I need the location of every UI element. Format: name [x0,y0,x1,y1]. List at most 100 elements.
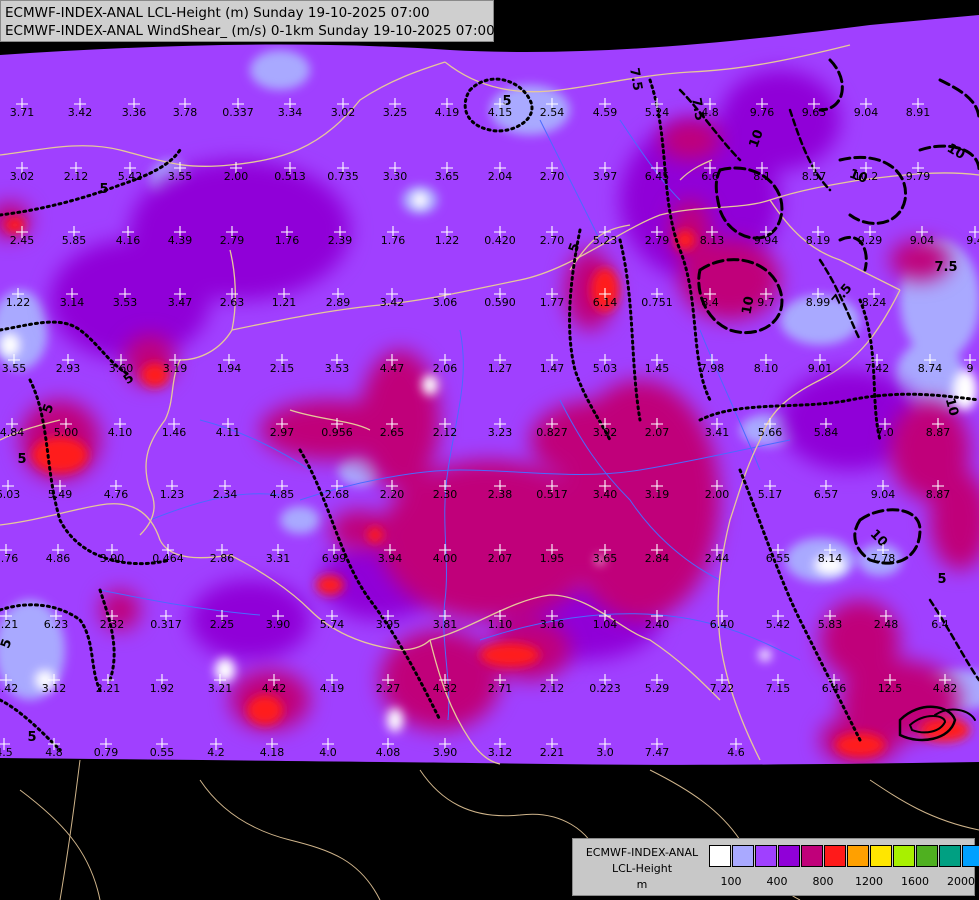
station-value: 1.22 [6,296,31,309]
station-value: 4.42 [262,682,287,695]
station-value: 4.15 [488,106,513,119]
legend-model: ECMWF-INDEX-ANAL [585,846,699,859]
station-value: 1.23 [160,488,185,501]
legend-parameter: LCL-Height [611,862,673,875]
station-value: 3.12 [488,746,513,759]
contour-label: 5 [99,182,108,197]
station-value: 7.78 [871,552,896,565]
station-value: 2.12 [540,682,565,695]
station-value: 2.70 [540,234,565,247]
field-area [367,527,383,543]
station-value: 12.5 [878,682,903,695]
station-value: 4.86 [46,552,71,565]
field-area [215,658,235,682]
station-value: 1.27 [488,362,513,375]
station-value: 4.6 [727,746,745,759]
station-value: 2.45 [10,234,35,247]
station-value: 5.00 [54,426,79,439]
station-value: 2.40 [645,618,670,631]
station-value: 0.517 [536,488,568,501]
station-value: 0.827 [536,426,568,439]
station-value: 2.15 [270,362,295,375]
station-value: 7.15 [766,682,791,695]
station-value: 3.55 [168,170,193,183]
station-value: 8.4 [701,296,719,309]
station-value: 0.420 [484,234,516,247]
station-value: 5.42 [766,618,791,631]
station-value: 3.94 [378,552,403,565]
legend-label: ECMWF-INDEX-ANAL LCL-Height m [577,845,707,893]
legend-tick: 800 [812,875,834,888]
station-value: 6.57 [814,488,839,501]
legend-tick: 2000 [947,875,975,888]
station-value: 8.57 [802,170,827,183]
station-value: 8.24 [862,296,887,309]
station-value: 8.99 [806,296,831,309]
station-value: 0.223 [589,682,621,695]
station-value: 2.70 [540,170,565,183]
station-value: 1.47 [540,362,565,375]
station-value: 9.04 [871,488,896,501]
station-value: 6.23 [44,618,69,631]
station-value: 2.21 [540,746,565,759]
legend-swatch [847,845,869,867]
field-area [247,695,283,725]
station-value: 9.4 [966,234,979,247]
station-value: 0.590 [484,296,516,309]
legend-swatch [732,845,754,867]
station-value: 4.8 [45,746,63,759]
station-value: 1.92 [150,682,175,695]
legend-swatch [916,845,938,867]
station-value: 1.10 [488,618,513,631]
station-value: 3.53 [325,362,350,375]
station-value: 1.76 [275,234,300,247]
station-value: 3.23 [488,426,513,439]
station-value: 4.00 [433,552,458,565]
legend-swatch [801,845,823,867]
station-value: 2.54 [540,106,565,119]
station-value: 1.21 [272,296,297,309]
station-value: 3.47 [168,296,193,309]
station-value: 2.48 [874,618,899,631]
station-value: 4.19 [435,106,460,119]
legend-swatch [939,845,961,867]
station-value: 3.02 [331,106,356,119]
field-area [280,506,320,534]
station-value: 7.42 [865,362,890,375]
station-value: 3.42 [380,296,405,309]
station-value: 9.04 [854,106,879,119]
station-value: 5.49 [48,488,73,501]
station-value: 3.0 [596,746,614,759]
station-value: 4.08 [376,746,401,759]
station-value: 2.00 [705,488,730,501]
field-area [387,708,403,732]
legend-tick: 1200 [855,875,883,888]
station-value: 2.84 [645,552,670,565]
station-value: 5.83 [818,618,843,631]
station-value: 3.34 [278,106,303,119]
station-value: 1.22 [435,234,460,247]
station-value: 4.76 [104,488,129,501]
field-area [720,70,840,170]
station-value: 2.86 [210,552,235,565]
station-value: 2.89 [326,296,351,309]
station-value: 8.1 [753,170,771,183]
contour-label: 5 [27,730,36,745]
station-value: 5.66 [758,426,783,439]
station-value: 5.03 [593,362,618,375]
station-value: 3.19 [163,362,188,375]
station-value: 6.55 [766,552,791,565]
station-value: 7.47 [645,746,670,759]
station-value: 0.735 [327,170,359,183]
map-canvas[interactable]: 5555555557.57.57.57.5101010101010 3.71 3.… [0,0,979,900]
station-value: 6.6 [701,170,719,183]
station-value: 2.65 [380,426,405,439]
station-value: 1.04 [593,618,618,631]
station-value: 2.27 [376,682,401,695]
station-value: 4.16 [116,234,141,247]
station-value: 2.00 [224,170,249,183]
station-value: 4.85 [270,488,295,501]
legend-tick: 400 [766,875,788,888]
station-value: 3.95 [376,618,401,631]
station-value: 2.68 [325,488,350,501]
